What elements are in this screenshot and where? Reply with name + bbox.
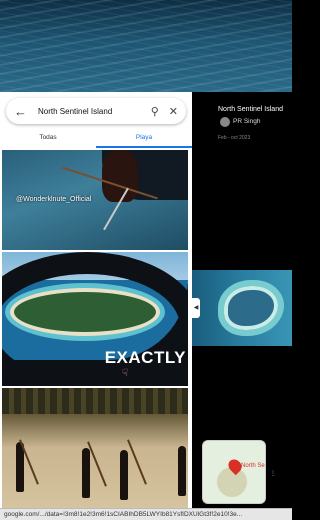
bow-shape [127, 439, 147, 485]
bow-shape [87, 441, 107, 487]
person-figure [102, 150, 138, 202]
search-input[interactable]: North Sentinel Island [32, 107, 141, 116]
search-bar[interactable]: ← North Sentinel Island ⚲ ✕ [6, 98, 186, 124]
collapse-handle[interactable]: ◀ [192, 298, 200, 318]
ocean-banner-image [0, 0, 292, 92]
archer-figure [178, 446, 186, 496]
avatar[interactable] [220, 117, 230, 127]
satellite-photo[interactable]: ◀ [192, 270, 292, 346]
more-options-icon[interactable]: ⋮ [270, 470, 276, 477]
image-caption: EXACTLY [104, 348, 186, 367]
tree-line [2, 388, 188, 414]
pointing-hand-icon: ☟ [122, 368, 129, 379]
image-watermark: @Wonderklnute_Official [16, 196, 92, 203]
filter-tabs: Todas Playa [0, 132, 192, 148]
tab-todas[interactable]: Todas [0, 132, 96, 148]
close-icon[interactable]: ✕ [169, 105, 178, 118]
result-image-beach-archers[interactable] [2, 388, 188, 520]
place-title: North Sentinel Island [218, 106, 283, 113]
archer-figure [82, 448, 90, 498]
screen: ← North Sentinel Island ⚲ ✕ Todas Playa … [0, 0, 292, 520]
map-thumbnail[interactable]: North Se [202, 440, 266, 504]
atoll-shape [218, 280, 284, 336]
archer-figure [120, 450, 128, 500]
map-label: North Se [241, 463, 265, 469]
url-status-bar: google.com/.../data=!3m8!1e2!3m6!1sCIABI… [0, 508, 292, 520]
search-icon[interactable]: ⚲ [151, 105, 159, 118]
tab-playa[interactable]: Playa [96, 132, 192, 148]
author-name[interactable]: PR Singh [233, 118, 260, 125]
result-image-island-aerial[interactable]: EXACTLY ☟ [2, 252, 188, 386]
image-search-panel: ← North Sentinel Island ⚲ ✕ Todas Playa … [0, 92, 192, 520]
result-image-archer-water[interactable]: @Wonderklnute_Official [2, 150, 188, 250]
photo-date: Feb - oct 2023 [218, 135, 251, 141]
arrow-left-icon[interactable]: ← [14, 104, 32, 119]
